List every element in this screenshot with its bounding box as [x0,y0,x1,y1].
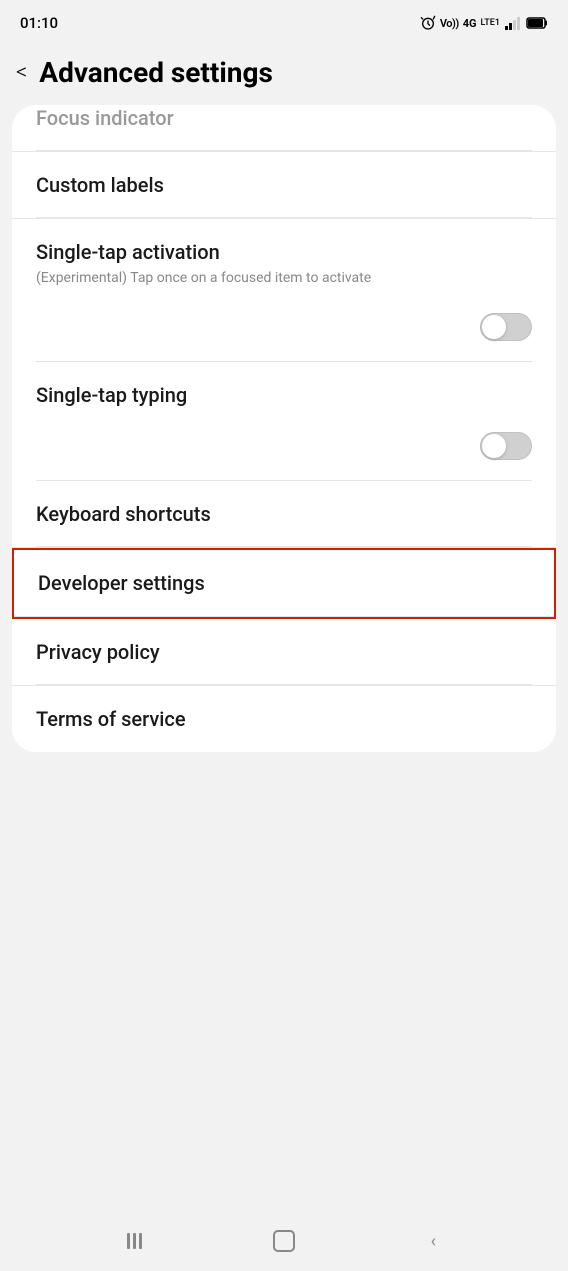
single-tap-typing-section: Single-tap typing [12,362,556,481]
privacy-policy-title: Privacy policy [36,639,532,665]
developer-settings-title: Developer settings [38,570,530,596]
focus-indicator-item[interactable]: Focus indicator [12,105,556,152]
volume-icon: Vo)) [440,17,459,30]
single-tap-activation-subtitle: (Experimental) Tap once on a focused ite… [36,269,532,289]
alarm-icon [420,15,436,31]
focus-indicator-title: Focus indicator [36,105,532,131]
single-tap-activation-toggle[interactable] [480,313,532,341]
single-tap-activation-title: Single-tap activation [36,239,532,265]
terms-of-service-title: Terms of service [36,706,532,732]
terms-of-service-item[interactable]: Terms of service [12,686,556,752]
developer-settings-item[interactable]: Developer settings [14,550,554,617]
developer-settings-highlight: Developer settings [12,548,556,619]
privacy-policy-item[interactable]: Privacy policy [12,619,556,686]
custom-labels-title: Custom labels [36,172,532,198]
page-title: Advanced settings [39,56,273,89]
single-tap-typing-toggle-row [12,428,556,480]
single-tap-activation-item[interactable]: Single-tap activation (Experimental) Tap… [12,219,556,309]
home-button[interactable] [268,1225,300,1257]
single-tap-typing-title: Single-tap typing [36,382,532,408]
recent-apps-icon [127,1233,142,1249]
settings-card: Focus indicator Custom labels Single-tap… [12,105,556,752]
bottom-nav: ‹ [0,1211,568,1271]
network-type: 4G [463,17,477,30]
phone-container: 01:10 Vo)) 4G LTE1 [0,0,568,1271]
header: < Advanced settings [0,44,568,105]
single-tap-activation-toggle-row [12,309,556,361]
status-time: 01:10 [20,14,58,32]
status-icons: Vo)) 4G LTE1 [420,15,548,31]
back-nav-button[interactable]: ‹ [417,1225,449,1257]
network-label: LTE1 [481,18,500,28]
single-tap-typing-toggle[interactable] [480,432,532,460]
back-button[interactable]: < [16,60,27,85]
battery-icon [526,17,548,29]
custom-labels-item[interactable]: Custom labels [12,152,556,219]
single-tap-activation-section: Single-tap activation (Experimental) Tap… [12,219,556,362]
keyboard-shortcuts-title: Keyboard shortcuts [36,501,532,527]
back-nav-icon: ‹ [431,1231,436,1252]
home-icon [273,1230,295,1252]
status-bar: 01:10 Vo)) 4G LTE1 [0,0,568,44]
signal-icon [504,16,522,30]
bottom-spacer [0,752,568,832]
recent-apps-button[interactable] [119,1225,151,1257]
keyboard-shortcuts-item[interactable]: Keyboard shortcuts [12,481,556,548]
single-tap-typing-item[interactable]: Single-tap typing [12,362,556,428]
